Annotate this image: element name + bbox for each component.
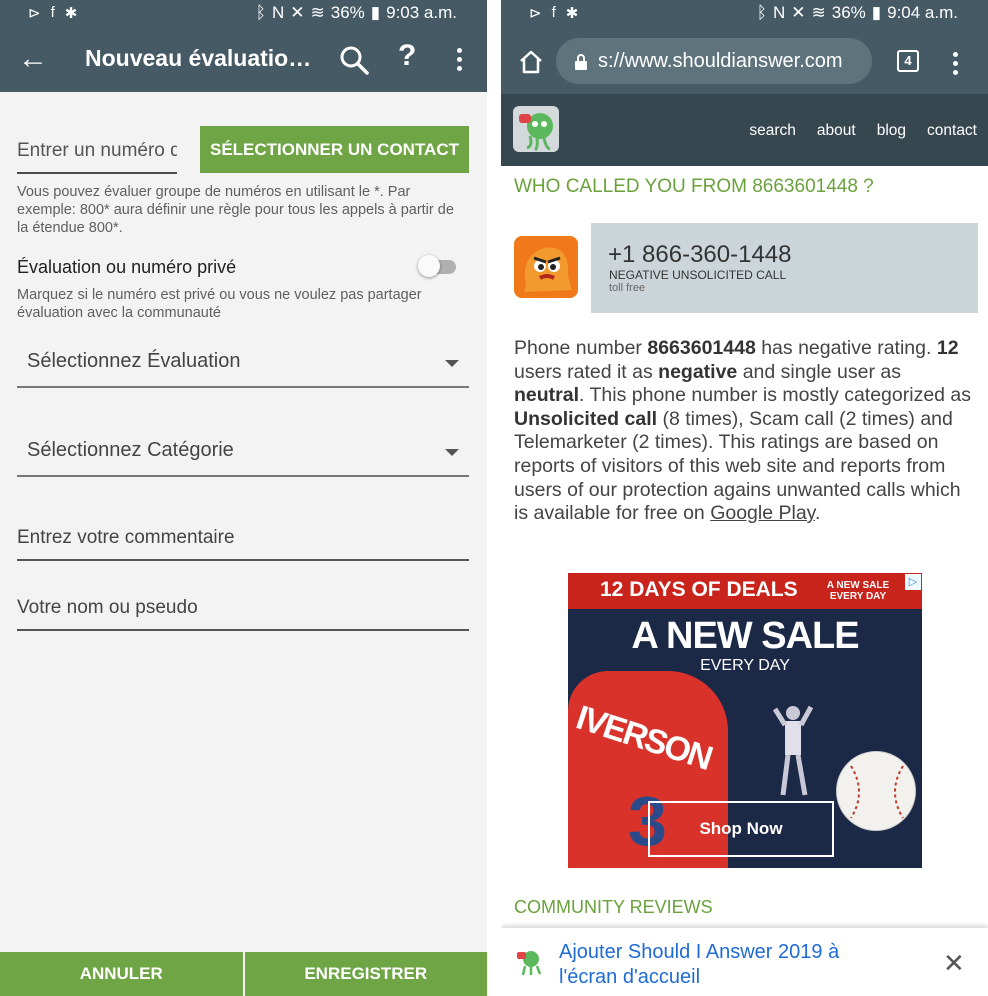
nickname-input[interactable]: Votre nom ou pseudo (17, 597, 469, 631)
add-to-home-screen-banner[interactable]: Ajouter Should I Answer 2019 à l'écran d… (501, 928, 988, 996)
shop-now-button[interactable]: Shop Now (648, 801, 834, 857)
notification-icons: ⊳ f ✱ (28, 4, 77, 22)
nfc-icon: N (271, 3, 285, 22)
nav-link-search[interactable]: search (749, 122, 796, 140)
number-type: toll free (609, 282, 646, 294)
tab-switcher-button[interactable]: 4 (897, 50, 919, 72)
player-image (772, 703, 814, 803)
negative-rating-avatar (514, 236, 578, 298)
battery-icon: ▮ (871, 3, 882, 22)
nav-link-about[interactable]: about (817, 122, 856, 140)
nav-link-contact[interactable]: contact (927, 122, 977, 140)
status-bar: ⊳ f ✱ ᛒ N ✕ ≋ 36% ▮ 9:03 a.m. (0, 0, 487, 28)
help-icon[interactable]: ? (398, 39, 416, 73)
google-play-link[interactable]: Google Play (710, 502, 815, 524)
battery-level: 36% (831, 3, 866, 22)
community-reviews-heading: COMMUNITY REVIEWS (514, 897, 713, 917)
bluetooth-icon: ᛒ (756, 3, 767, 22)
battery-icon: ▮ (370, 3, 381, 22)
group-hint-text: Vous pouvez évaluer groupe de numéros en… (17, 184, 454, 236)
notification-icons: ⊳ f ✱ (529, 4, 578, 22)
advertisement-banner[interactable]: 12 DAYS OF DEALS A NEW SALE EVERY DAY ▷ … (568, 573, 922, 868)
cancel-button[interactable]: ANNULER (0, 952, 243, 996)
rating-select-label: Sélectionnez Évaluation (27, 350, 241, 372)
category-select[interactable]: Sélectionnez Catégorie (17, 431, 469, 477)
app-toolbar: ← Nouveau évaluation… ? (0, 28, 487, 92)
more-options-icon[interactable] (946, 50, 966, 80)
action-bar: ANNULER ENREGISTRER (0, 952, 487, 996)
facebook-icon: f (551, 4, 556, 21)
app-screen: ⊳ f ✱ ᛒ N ✕ ≋ 36% ▮ 9:03 a.m. ← Nouveau … (0, 0, 487, 996)
home-icon[interactable] (517, 48, 545, 76)
browser-screen: ⊳ f ✱ ᛒ N ✕ ≋ 36% ▮ 9:04 a.m. s://www.sh… (501, 0, 988, 996)
rating-select[interactable]: Sélectionnez Évaluation (17, 342, 469, 388)
status-bar: ⊳ f ✱ ᛒ N ✕ ≋ 36% ▮ 9:04 a.m. (501, 0, 988, 28)
browser-toolbar: s://www.shouldianswer.com 4 (501, 28, 988, 94)
more-options-icon[interactable] (450, 46, 470, 76)
bug-icon: ✱ (565, 5, 579, 22)
clock: 9:03 a.m. (386, 3, 457, 22)
battery-level: 36% (330, 3, 365, 22)
app-icon (515, 948, 543, 976)
adchoices-icon[interactable]: ▷ (905, 574, 921, 590)
site-nav-links: search about blog contact (749, 122, 977, 140)
toggle-knob (418, 255, 440, 277)
nfc-icon: N (772, 3, 786, 22)
wifi-icon: ≋ (811, 3, 826, 22)
back-arrow-icon[interactable]: ← (18, 42, 50, 78)
jersey-name: IVERSON (571, 698, 716, 778)
baseball-image (836, 751, 916, 831)
url-text: s://www.shouldianswer.com (598, 49, 843, 72)
address-bar[interactable]: s://www.shouldianswer.com (556, 38, 872, 84)
system-icons: ᛒ N ✕ ≋ 36% ▮ 9:04 a.m. (757, 3, 958, 23)
ad-headline: A NEW SALE (631, 615, 859, 657)
play-icon: ⊳ (529, 5, 542, 22)
clock: 9:04 a.m. (887, 3, 958, 22)
nav-link-blog[interactable]: blog (877, 122, 906, 140)
site-logo[interactable] (513, 106, 559, 152)
site-header: search about blog contact (501, 94, 988, 166)
search-icon[interactable] (338, 44, 370, 76)
phone-number-input[interactable]: Entrer un numéro de (17, 136, 177, 174)
page-title: Nouveau évaluation… (85, 45, 325, 71)
play-icon: ⊳ (28, 5, 41, 22)
select-contact-button[interactable]: SÉLECTIONNER UN CONTACT (200, 126, 469, 173)
save-button[interactable]: ENREGISTRER (244, 952, 487, 996)
comment-input[interactable]: Entrez votre commentaire (17, 527, 469, 561)
private-label: Évaluation ou numéro privé (17, 257, 237, 277)
dropdown-caret-icon (445, 449, 459, 456)
phone-summary-card: +1 866-360-1448 NEGATIVE UNSOLICITED CAL… (591, 223, 978, 313)
facebook-icon: f (50, 4, 55, 21)
ad-small-text: A NEW SALE EVERY DAY (826, 580, 890, 602)
phone-number: +1 866-360-1448 (608, 241, 792, 268)
ad-title: 12 DAYS OF DEALS (600, 578, 798, 601)
mute-icon: ✕ (290, 3, 305, 22)
bluetooth-icon: ᛒ (255, 3, 266, 22)
private-toggle[interactable] (418, 255, 456, 277)
call-category: NEGATIVE UNSOLICITED CALL (609, 268, 787, 282)
category-select-label: Sélectionnez Catégorie (27, 439, 234, 461)
mute-icon: ✕ (791, 3, 806, 22)
rating-description: Phone number 8663601448 has negative rat… (514, 337, 972, 525)
page-heading: WHO CALLED YOU FROM 8663601448 ? (514, 176, 874, 197)
ad-header-strip: 12 DAYS OF DEALS A NEW SALE EVERY DAY (568, 573, 922, 609)
wifi-icon: ≋ (310, 3, 325, 22)
dropdown-caret-icon (445, 360, 459, 367)
lock-icon (574, 53, 588, 70)
private-hint-text: Marquez si le numéro est privé ou vous n… (17, 287, 422, 321)
close-icon[interactable]: ✕ (943, 950, 965, 976)
add-to-home-screen-text[interactable]: Ajouter Should I Answer 2019 à l'écran d… (559, 940, 879, 990)
system-icons: ᛒ N ✕ ≋ 36% ▮ 9:03 a.m. (256, 3, 457, 23)
bug-icon: ✱ (64, 5, 78, 22)
